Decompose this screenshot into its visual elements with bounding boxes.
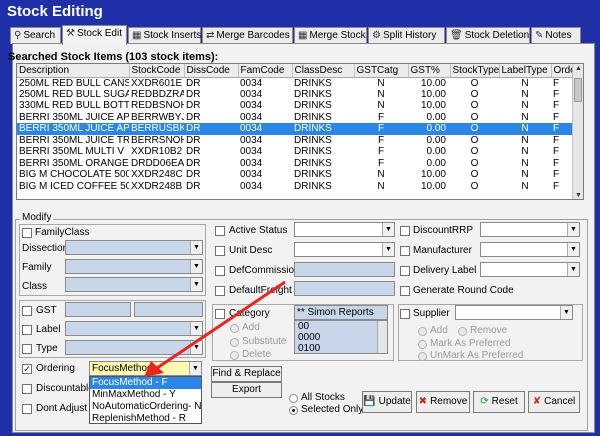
annotation-arrow-head <box>144 361 164 377</box>
annotation-arrow <box>144 280 286 377</box>
annotation-arrow-line <box>156 280 286 370</box>
